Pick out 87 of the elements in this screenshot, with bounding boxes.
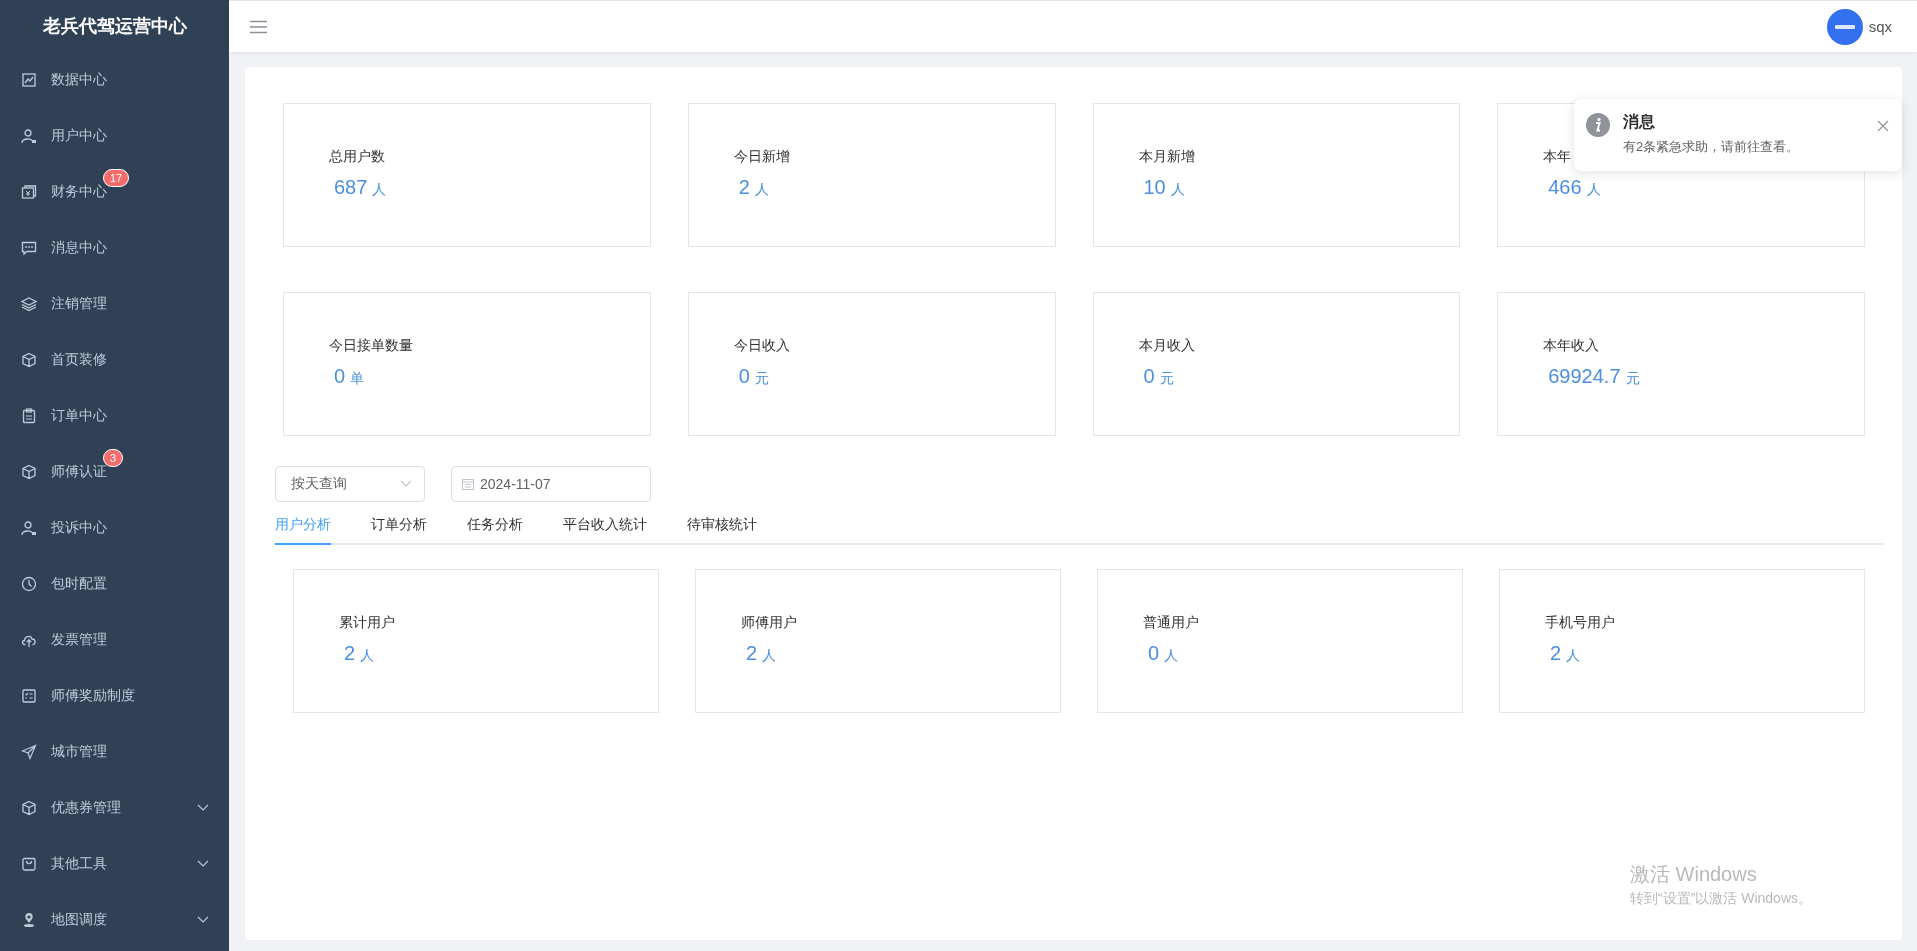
stat-label: 今日收入 <box>733 337 790 355</box>
stat-value: 466 <box>1548 176 1582 199</box>
sidebar-item[interactable]: 财务中心 17 <box>0 164 229 220</box>
stat-unit: 人 <box>372 181 387 199</box>
stat-value: 2 <box>738 176 750 199</box>
stat-value: 2 <box>746 642 758 665</box>
checklist-icon <box>21 688 37 704</box>
stat-value: 69924.7 <box>1548 365 1621 388</box>
query-mode-select[interactable]: 按天查询 <box>275 466 425 502</box>
stat-label: 本年收入 <box>1543 337 1600 355</box>
map-pin-icon <box>21 912 37 928</box>
stat-unit: 人 <box>762 647 777 665</box>
stat-unit: 元 <box>1625 370 1640 388</box>
sidebar-item[interactable]: 优惠券管理 <box>0 780 229 836</box>
app-title: 老兵代驾运营中心 <box>42 15 187 38</box>
sidebar-item[interactable]: 师傅认证 3 <box>0 444 229 500</box>
tab[interactable]: 任务分析 <box>467 508 523 545</box>
stat-value: 0 <box>1143 365 1155 388</box>
stat-label: 本月新增 <box>1138 148 1195 166</box>
tab[interactable]: 待审核统计 <box>687 508 757 545</box>
send-icon <box>21 744 37 760</box>
sidebar-item[interactable]: 城市管理 <box>0 724 229 780</box>
sidebar-item[interactable]: 数据中心 <box>0 52 229 108</box>
sidebar-item[interactable]: 发票管理 <box>0 612 229 668</box>
stat-label: 本年 <box>1543 148 1572 166</box>
stat-value: 0 <box>334 365 346 388</box>
stat-unit: 人 <box>1164 647 1179 665</box>
stat-label: 今日接单数量 <box>329 337 413 355</box>
stat-value: 2 <box>1550 642 1562 665</box>
sidebar-item[interactable]: 师傅奖励制度 <box>0 668 229 724</box>
stat-label: 总用户数 <box>329 148 385 166</box>
wallet-icon <box>21 184 37 200</box>
sidebar-item[interactable]: 订单中心 <box>0 388 229 444</box>
stat-value: 10 <box>1143 176 1166 199</box>
stat-value: 687 <box>334 176 368 199</box>
user-icon <box>21 128 37 144</box>
box-icon <box>21 464 37 480</box>
stat-unit: 人 <box>754 181 769 199</box>
sidebar-item[interactable]: 用户中心 <box>0 108 229 164</box>
stat-label: 普通用户 <box>1143 614 1199 632</box>
box-icon <box>21 800 37 816</box>
count-badge: 17 <box>103 169 130 187</box>
stat-value: 0 <box>1148 642 1160 665</box>
bag-icon <box>21 856 37 872</box>
stat-label: 师傅用户 <box>741 614 797 632</box>
close-icon[interactable] <box>1877 120 1889 132</box>
activation-message: 转到“设置”以激活 Windows。 <box>1630 890 1812 908</box>
activation-title: 激活 Windows <box>1630 862 1758 887</box>
menu-icon[interactable] <box>250 19 267 34</box>
box-icon <box>21 352 37 368</box>
tab[interactable]: 订单分析 <box>371 508 427 545</box>
date-field[interactable]: 2024-11-07 <box>451 466 651 502</box>
sidebar-item[interactable]: 注销管理 <box>0 276 229 332</box>
chevron-icon <box>400 480 412 488</box>
stat-unit: 人 <box>1586 181 1601 199</box>
notification-message: 有2条紧急求助，请前往查看。 <box>1623 138 1800 156</box>
sidebar-item[interactable]: 投诉中心 <box>0 500 229 556</box>
stat-label: 本月收入 <box>1138 337 1195 355</box>
count-badge: 3 <box>103 449 124 467</box>
stat-unit: 元 <box>754 370 769 388</box>
sidebar-item[interactable]: 包时配置 <box>0 556 229 612</box>
username[interactable]: sqx <box>1868 18 1892 35</box>
info-icon <box>1586 113 1610 137</box>
stat-label: 手机号用户 <box>1545 614 1615 632</box>
sidebar-item[interactable]: 消息中心 <box>0 220 229 276</box>
avatar-icon[interactable] <box>1826 8 1863 45</box>
sidebar-item[interactable]: 地图调度 <box>0 892 229 948</box>
chat-icon <box>21 240 37 256</box>
sidebar-item[interactable]: 其他工具 <box>0 836 229 892</box>
layers-icon <box>21 296 37 312</box>
stat-value: 2 <box>344 642 356 665</box>
chart-icon <box>21 72 37 88</box>
tab[interactable]: 平台收入统计 <box>563 508 647 545</box>
stat-unit: 元 <box>1159 370 1174 388</box>
clock-icon <box>21 576 37 592</box>
stat-unit: 人 <box>360 647 375 665</box>
stat-label: 今日新增 <box>733 148 790 166</box>
clipboard-icon <box>21 408 37 424</box>
stat-unit: 人 <box>1170 181 1185 199</box>
notification-title: 消息 <box>1623 112 1656 132</box>
calendar-icon <box>462 478 474 490</box>
user-icon <box>21 520 37 536</box>
sidebar-item[interactable]: 首页装修 <box>0 332 229 388</box>
stat-label: 累计用户 <box>339 614 395 632</box>
stat-unit: 人 <box>1566 647 1581 665</box>
stat-unit: 单 <box>350 370 365 388</box>
stat-value: 0 <box>738 365 750 388</box>
